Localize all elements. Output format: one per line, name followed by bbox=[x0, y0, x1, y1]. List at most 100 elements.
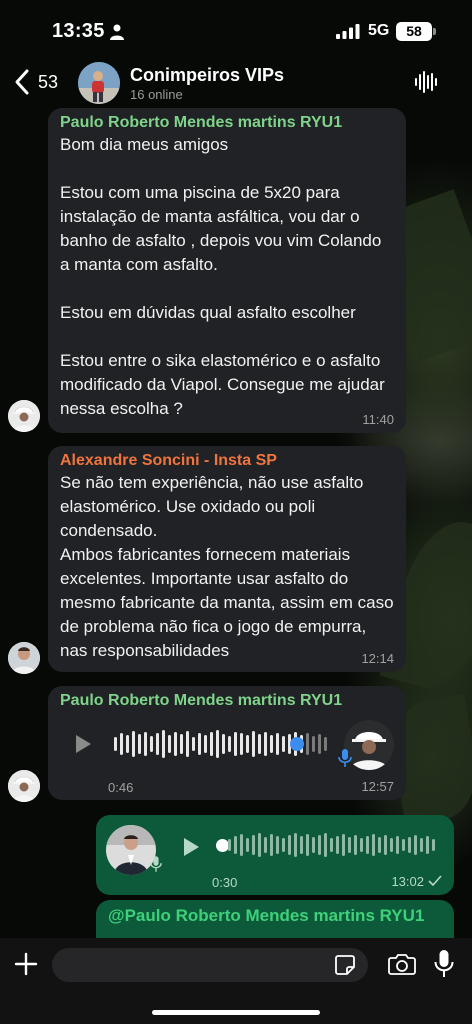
mic-icon[interactable] bbox=[434, 949, 454, 979]
voice-duration: 0:46 bbox=[108, 780, 134, 795]
waveform-bar bbox=[264, 732, 267, 756]
waveform-bar bbox=[120, 733, 123, 755]
waveform-bar bbox=[204, 735, 207, 753]
message-time: 12:57 bbox=[361, 779, 394, 794]
waveform-bar bbox=[174, 732, 177, 756]
mention-text[interactable]: @Paulo Roberto Mendes martins RYU1 bbox=[108, 906, 442, 926]
camera-icon[interactable] bbox=[388, 952, 416, 976]
waveform-bar bbox=[348, 837, 351, 853]
battery-cap bbox=[433, 28, 436, 35]
waveform-bar bbox=[426, 836, 429, 854]
waveform-bar bbox=[246, 735, 249, 753]
group-title[interactable]: Conimpeiros VIPs bbox=[130, 65, 284, 86]
waveform-bar bbox=[324, 833, 327, 857]
waveform-bar bbox=[318, 734, 321, 754]
waveform-bar bbox=[234, 836, 237, 854]
waveform-bar bbox=[378, 837, 381, 853]
waveform-bar bbox=[210, 732, 213, 756]
message-time: 11:40 bbox=[362, 412, 394, 427]
waveform-bar bbox=[306, 733, 309, 755]
play-icon[interactable] bbox=[182, 837, 200, 857]
waveform-bar bbox=[288, 835, 291, 855]
waveform-bar bbox=[330, 838, 333, 852]
waveform-bar bbox=[372, 834, 375, 856]
waveform-bar bbox=[306, 834, 309, 856]
waveform-bar bbox=[240, 733, 243, 755]
avatar[interactable] bbox=[8, 770, 40, 802]
message-bubble[interactable]: Paulo Roberto Mendes martins RYU1 Bom di… bbox=[48, 108, 406, 433]
waveform-bar bbox=[384, 835, 387, 855]
waveform-bar bbox=[186, 731, 189, 757]
message-sender[interactable]: Alexandre Soncini - Insta SP bbox=[60, 452, 394, 470]
waveform-bar bbox=[228, 736, 231, 752]
waveform-bar bbox=[420, 838, 423, 852]
waveform-bar bbox=[390, 838, 393, 852]
waveform-bar bbox=[150, 736, 153, 752]
waveform-bar bbox=[162, 730, 165, 758]
waveform-icon[interactable] bbox=[414, 70, 438, 94]
waveform-bar bbox=[312, 837, 315, 853]
chat-header: 53 Conimpeiros VIPs 16 online bbox=[0, 58, 472, 108]
avatar-image bbox=[8, 400, 40, 432]
waveform-bar bbox=[282, 838, 285, 852]
waveform-bar bbox=[276, 836, 279, 854]
status-time: 13:35 bbox=[52, 20, 105, 42]
waveform-bar bbox=[216, 730, 219, 758]
waveform-bar bbox=[234, 732, 237, 756]
message-input[interactable] bbox=[52, 948, 368, 982]
waveform-bar bbox=[312, 736, 315, 752]
waveform-bar bbox=[432, 839, 435, 851]
status-bar: 13:35 5G 58 bbox=[0, 0, 472, 58]
my-avatar-image bbox=[106, 825, 156, 875]
waveform-bar bbox=[342, 834, 345, 856]
waveform-bar bbox=[258, 833, 261, 857]
message-time: 12:14 bbox=[361, 651, 394, 666]
avatar[interactable] bbox=[8, 400, 40, 432]
back-icon[interactable] bbox=[12, 68, 32, 96]
waveform-bar bbox=[318, 835, 321, 855]
mic-icon bbox=[338, 749, 352, 767]
message-sender[interactable]: Paulo Roberto Mendes martins RYU1 bbox=[60, 114, 394, 132]
avatar-image bbox=[8, 770, 40, 802]
person-icon bbox=[110, 24, 124, 40]
message-text: Se não tem experiência, não use asfalto … bbox=[60, 473, 394, 660]
my-avatar bbox=[106, 825, 156, 875]
message-time: 13:02 bbox=[391, 874, 424, 889]
avatar[interactable] bbox=[8, 642, 40, 674]
voice-message-bubble-outgoing[interactable]: 0:30 13:02 bbox=[96, 815, 454, 895]
waveform-bar bbox=[138, 734, 141, 754]
voice-message-bubble[interactable]: Paulo Roberto Mendes martins RYU1 0:46 1… bbox=[48, 686, 406, 800]
voice-waveform[interactable] bbox=[228, 829, 435, 861]
plus-icon[interactable] bbox=[14, 952, 38, 976]
voice-progress-knob[interactable] bbox=[290, 737, 304, 751]
unread-count[interactable]: 53 bbox=[38, 72, 58, 93]
waveform-bar bbox=[276, 733, 279, 755]
waveform-bar bbox=[402, 839, 405, 851]
checkmark-icon bbox=[428, 875, 442, 886]
signal-icon bbox=[336, 24, 360, 39]
waveform-bar bbox=[126, 735, 129, 753]
message-sender[interactable]: Paulo Roberto Mendes martins RYU1 bbox=[60, 692, 394, 710]
message-bubble[interactable]: Alexandre Soncini - Insta SP Se não tem … bbox=[48, 446, 406, 672]
waveform-bar bbox=[144, 732, 147, 756]
waveform-bar bbox=[264, 837, 267, 853]
waveform-bar bbox=[198, 733, 201, 755]
waveform-bar bbox=[114, 737, 117, 751]
waveform-bar bbox=[222, 734, 225, 754]
group-avatar-image bbox=[78, 62, 120, 104]
message-text: Bom dia meus amigos Estou com uma piscin… bbox=[60, 135, 385, 418]
waveform-bar bbox=[228, 839, 231, 851]
waveform-bar bbox=[294, 833, 297, 857]
waveform-bar bbox=[300, 836, 303, 854]
waveform-bar bbox=[366, 836, 369, 854]
sticker-icon[interactable] bbox=[334, 954, 356, 976]
waveform-bar bbox=[252, 731, 255, 757]
voice-duration: 0:30 bbox=[212, 875, 238, 890]
play-icon[interactable] bbox=[74, 734, 92, 754]
battery-indicator: 58 bbox=[396, 22, 432, 41]
waveform-bar bbox=[360, 838, 363, 852]
waveform-bar bbox=[270, 834, 273, 856]
waveform-bar bbox=[180, 734, 183, 754]
waveform-bar bbox=[282, 736, 285, 752]
group-avatar[interactable] bbox=[78, 62, 120, 104]
